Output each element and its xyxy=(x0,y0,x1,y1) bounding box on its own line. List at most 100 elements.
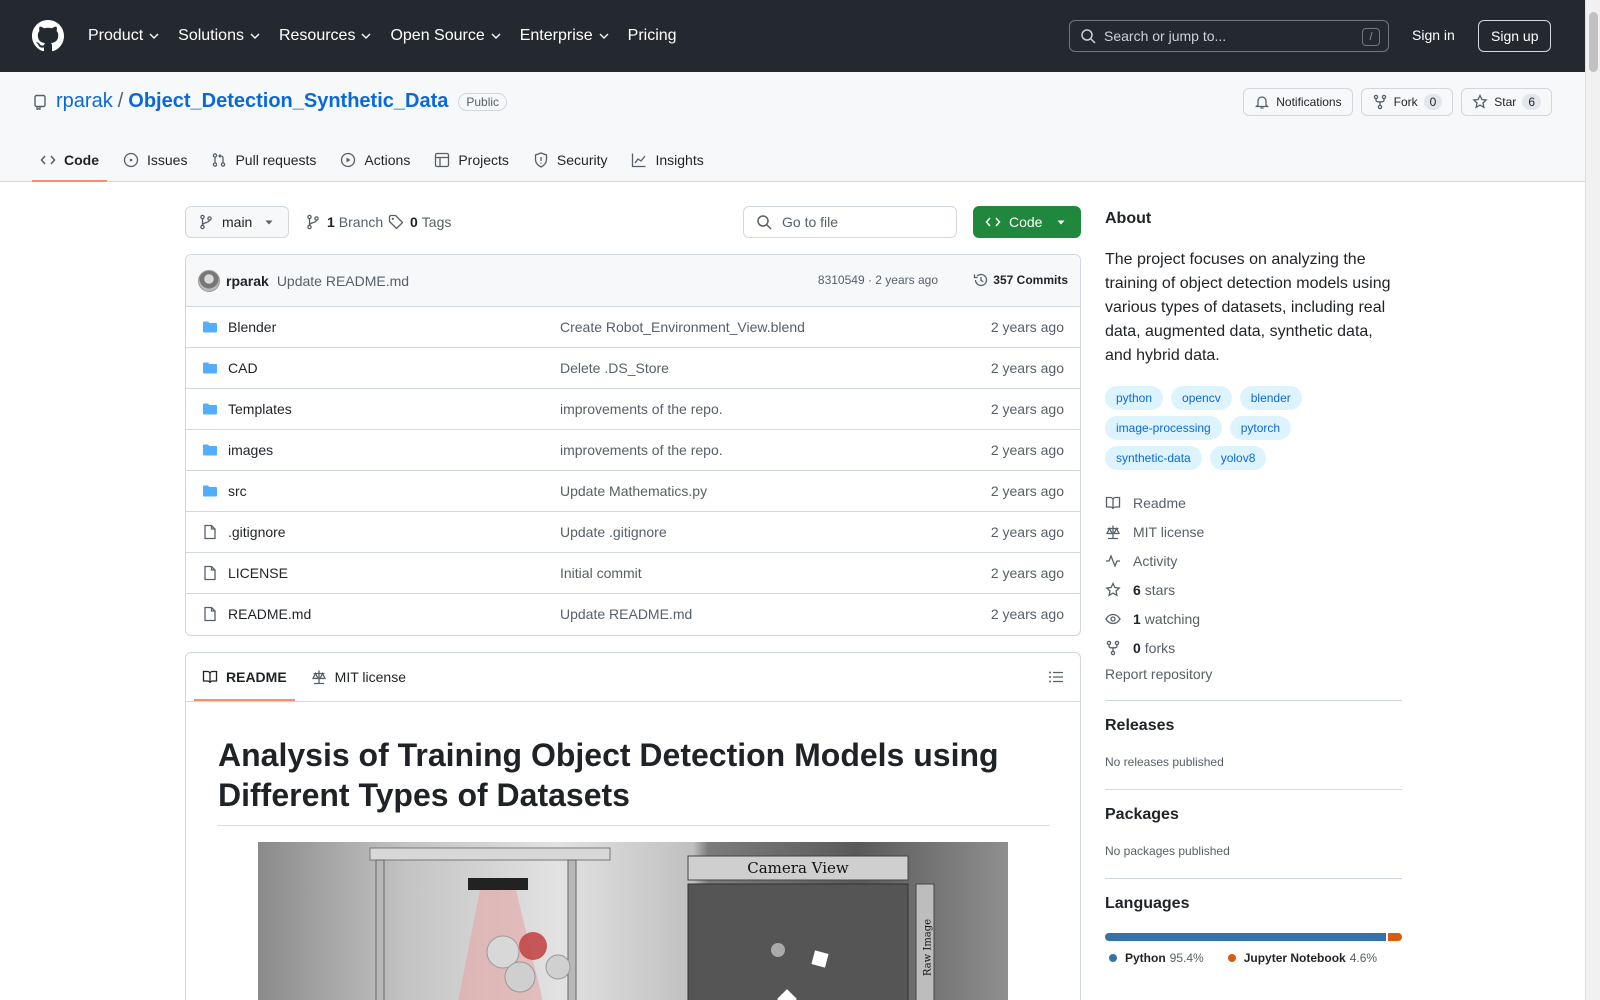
table-row[interactable]: README.md Update README.md 2 years ago xyxy=(186,594,1080,635)
notifications-button[interactable]: Notifications xyxy=(1243,88,1353,116)
license-link[interactable]: MIT license xyxy=(1105,517,1402,546)
packages-heading[interactable]: Packages xyxy=(1105,806,1402,824)
file-name-link[interactable]: LICENSE xyxy=(228,565,288,581)
commit-hash-and-age[interactable]: 8310549 · 2 years ago xyxy=(818,273,938,287)
scrollbar-thumb[interactable] xyxy=(1589,12,1598,72)
file-age: 2 years ago xyxy=(990,524,1064,540)
language-item[interactable]: Python 95.4% xyxy=(1105,951,1204,965)
file-icon-wrap xyxy=(202,606,218,622)
folder-icon xyxy=(203,444,217,456)
latest-commit-row: rparak Update README.md 8310549 · 2 year… xyxy=(186,255,1080,307)
tab-security[interactable]: Security xyxy=(525,138,616,182)
table-row[interactable]: .gitignore Update .gitignore 2 years ago xyxy=(186,512,1080,553)
tab-code[interactable]: Code xyxy=(32,138,107,182)
file-commit-message[interactable]: Delete .DS_Store xyxy=(560,360,669,376)
commit-author-link[interactable]: rparak xyxy=(226,273,269,289)
table-row[interactable]: Templates improvements of the repo. 2 year… xyxy=(186,389,1080,430)
list-unordered-icon[interactable] xyxy=(1048,669,1064,685)
file-commit-message[interactable]: Update .gitignore xyxy=(560,524,667,540)
sign-up-button[interactable]: Sign up xyxy=(1478,20,1552,52)
file-name-link[interactable]: CAD xyxy=(228,360,258,376)
code-dropdown-button[interactable]: Code xyxy=(973,206,1081,238)
languages-heading: Languages xyxy=(1105,895,1190,912)
file-name-link[interactable]: images xyxy=(228,442,273,458)
nav-open-source[interactable]: Open Source xyxy=(390,27,501,45)
go-to-file-input[interactable]: Go to file xyxy=(743,206,957,238)
link-label: MIT license xyxy=(1133,523,1205,540)
search-input[interactable]: Search or jump to... / xyxy=(1069,20,1389,52)
nav-resources[interactable]: Resources xyxy=(279,27,372,45)
history-icon xyxy=(974,273,988,287)
readme-link[interactable]: Readme xyxy=(1105,488,1402,517)
chevron-down-icon xyxy=(361,33,371,39)
sign-in-link[interactable]: Sign in xyxy=(1412,27,1455,43)
activity-link[interactable]: Activity xyxy=(1105,546,1402,575)
repo-name-link[interactable]: Object_Detection_Synthetic_Data xyxy=(128,90,448,113)
tab-readme[interactable]: README xyxy=(194,653,295,701)
branches-link[interactable]: 1 Branch xyxy=(305,214,383,230)
topic-tag[interactable]: python xyxy=(1105,386,1164,410)
search-placeholder: Search or jump to... xyxy=(1104,28,1227,44)
tab-issues[interactable]: Issues xyxy=(115,138,195,182)
nav-label: Enterprise xyxy=(519,27,593,44)
file-commit-message[interactable]: Update Mathematics.py xyxy=(560,483,707,499)
topic-tag[interactable]: yolov8 xyxy=(1209,446,1267,470)
file-icon xyxy=(204,565,216,581)
nav-product[interactable]: Product xyxy=(88,27,160,45)
file-commit-message[interactable]: improvements of the repo. xyxy=(560,442,723,458)
language-name: Jupyter Notebook xyxy=(1243,951,1346,965)
watchers-link[interactable]: 1 watching xyxy=(1105,604,1402,633)
repo-sidebar: About The project focuses on analyzing t… xyxy=(1105,206,1402,985)
link-label: stars xyxy=(1144,581,1176,598)
nav-enterprise[interactable]: Enterprise xyxy=(520,27,610,45)
stars-link[interactable]: 6 stars xyxy=(1105,575,1402,604)
file-age: 2 years ago xyxy=(990,483,1064,499)
file-name-link[interactable]: src xyxy=(228,483,247,499)
topic-tag[interactable]: synthetic-data xyxy=(1105,446,1202,470)
tab-label: Pull requests xyxy=(235,152,317,168)
forks-link[interactable]: 0 forks xyxy=(1105,633,1402,662)
file-toolbar: main 1 Branch 0 Tags Go to file Code xyxy=(185,206,1081,238)
file-name-link[interactable]: .gitignore xyxy=(228,524,286,540)
language-percent: 4.6% xyxy=(1349,951,1378,965)
nav-solutions[interactable]: Solutions xyxy=(178,27,261,45)
tab-pull-requests[interactable]: Pull requests xyxy=(203,138,324,182)
topic-tag[interactable]: blender xyxy=(1239,386,1302,410)
commit-history-link[interactable]: 357 Commits xyxy=(973,272,1068,288)
tab-insights[interactable]: Insights xyxy=(623,138,711,182)
table-row[interactable]: Blender Create Robot_Environment_View.ble… xyxy=(186,307,1080,348)
topic-tag[interactable]: image-processing xyxy=(1105,416,1222,440)
releases-heading[interactable]: Releases xyxy=(1105,717,1402,735)
file-commit-message[interactable]: Update README.md xyxy=(560,606,692,622)
commit-message-link[interactable]: Update README.md xyxy=(277,273,409,289)
file-commit-message[interactable]: Initial commit xyxy=(560,565,642,581)
branch-selector[interactable]: main xyxy=(185,206,289,238)
topic-tag[interactable]: opencv xyxy=(1171,386,1232,410)
repo-title: rparak / Object_Detection_Synthetic_Data… xyxy=(32,90,508,113)
file-commit-message[interactable]: Create Robot_Environment_View.blend xyxy=(560,319,805,335)
tab-projects[interactable]: Projects xyxy=(426,138,517,182)
file-name-link[interactable]: Blender xyxy=(228,319,276,335)
tab-actions[interactable]: Actions xyxy=(332,138,418,182)
report-repository-link[interactable]: Report repository xyxy=(1105,666,1402,701)
language-item[interactable]: Jupyter Notebook 4.6% xyxy=(1224,951,1377,965)
github-logo-icon[interactable] xyxy=(32,20,64,52)
readme-tabs: README MIT license xyxy=(186,653,1080,702)
table-row[interactable]: images improvements of the repo. 2 years a… xyxy=(186,430,1080,471)
table-row[interactable]: CAD Delete .DS_Store 2 years ago xyxy=(186,348,1080,389)
repo-owner-link[interactable]: rparak xyxy=(56,90,113,113)
topic-tag[interactable]: pytorch xyxy=(1229,416,1292,440)
fork-button[interactable]: Fork 0 xyxy=(1360,88,1454,116)
file-commit-message[interactable]: improvements of the repo. xyxy=(560,401,723,417)
file-name-link[interactable]: Templates xyxy=(228,401,292,417)
avatar[interactable] xyxy=(198,269,220,292)
nav-pricing[interactable]: Pricing xyxy=(628,27,677,45)
link-label: Activity xyxy=(1133,552,1178,569)
table-row[interactable]: LICENSE Initial commit 2 years ago xyxy=(186,553,1080,594)
file-name-link[interactable]: README.md xyxy=(228,606,311,622)
page-scrollbar[interactable] xyxy=(1585,0,1600,1000)
table-row[interactable]: src Update Mathematics.py 2 years ago xyxy=(186,471,1080,512)
tags-link[interactable]: 0 Tags xyxy=(388,214,451,230)
tab-mit-license[interactable]: MIT license xyxy=(303,653,414,701)
star-button[interactable]: Star 6 xyxy=(1461,88,1552,116)
